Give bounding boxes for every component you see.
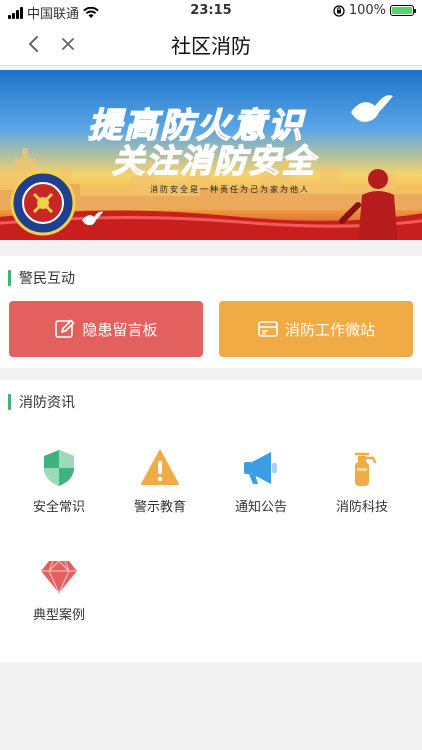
battery-percent: 100%: [348, 3, 386, 18]
grid-item-notices[interactable]: 通知公告: [211, 448, 311, 515]
section-title: 消防资讯: [19, 395, 75, 411]
warning-icon: [141, 450, 179, 485]
grid-item-label: 安全常识: [32, 500, 85, 515]
fire-emblem-image: [10, 170, 76, 236]
firefighter-image: [339, 169, 398, 240]
fire-work-microsite-button[interactable]: 消防工作微站: [219, 301, 413, 357]
button-label: 消防工作微站: [284, 320, 375, 339]
grid-item-warning-education[interactable]: 警示教育: [110, 448, 210, 515]
button-label: 隐患留言板: [82, 320, 158, 339]
section-title: 警民互动: [19, 271, 75, 287]
grid-item-typical-cases[interactable]: 典型案例: [9, 556, 109, 623]
grid-item-fire-tech[interactable]: 消防科技: [312, 448, 412, 515]
card-icon: [258, 321, 278, 337]
grid-item-safety-knowledge[interactable]: 安全常识: [9, 448, 109, 515]
page-title: 社区消防: [171, 34, 251, 58]
hazard-message-board-button[interactable]: 隐患留言板: [9, 301, 203, 357]
banner-slogan: 消防安全是一种责任为己为家为他人: [150, 185, 310, 194]
section-accent-bar: [8, 394, 11, 410]
shield-icon: [44, 450, 74, 486]
banner[interactable]: 提高防火意识 关注消防安全 消防安全是一种责任为己为家为他人: [0, 70, 422, 240]
status-right: 100%: [333, 3, 416, 18]
dove-image: [82, 211, 103, 226]
battery-icon: [390, 5, 416, 16]
edit-icon: [55, 319, 75, 338]
grid-item-label: 通知公告: [234, 500, 287, 515]
nav-bar: 社区消防: [0, 22, 422, 66]
banner-headline-2: 关注消防安全: [111, 141, 317, 181]
grid-item-label: 典型案例: [32, 608, 85, 623]
dove-image: [351, 95, 393, 122]
section-header: 警民互动: [8, 268, 75, 288]
interaction-section: 警民互动 隐患留言板 消防工作微站: [0, 256, 422, 368]
grid-item-label: 警示教育: [133, 500, 186, 515]
news-section: 消防资讯 安全常识 警示教育 通知公告 消防科技 典型案例: [0, 380, 422, 662]
grid-item-label: 消防科技: [335, 500, 388, 515]
extinguisher-icon: [354, 452, 377, 486]
section-accent-bar: [8, 270, 11, 286]
section-header: 消防资讯: [8, 392, 75, 412]
orientation-lock-icon: [333, 4, 345, 17]
status-bar: 中国联通 23:15 100%: [0, 0, 422, 22]
diamond-icon: [41, 560, 77, 595]
megaphone-icon: [244, 452, 277, 484]
